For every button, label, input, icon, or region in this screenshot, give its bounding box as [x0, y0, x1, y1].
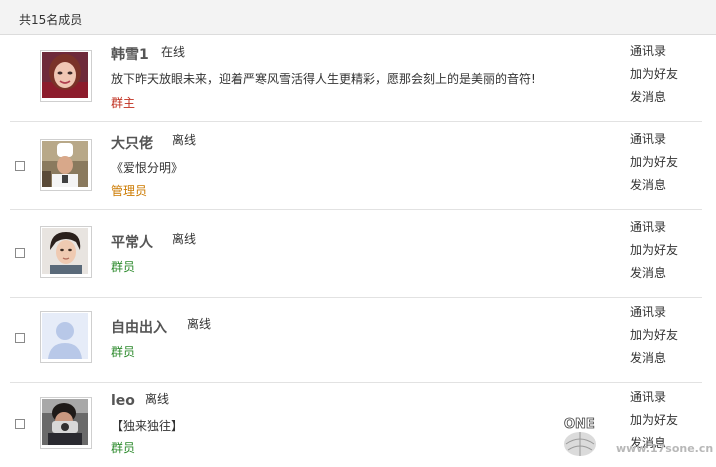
add-friend-link[interactable]: 加为好友: [630, 239, 700, 262]
add-friend-link[interactable]: 加为好友: [630, 151, 700, 174]
avatar-image: [42, 313, 88, 359]
send-message-link[interactable]: 发消息: [630, 174, 700, 197]
avatar[interactable]: [40, 311, 92, 363]
contacts-link[interactable]: 通讯录: [630, 128, 700, 151]
member-motto: 《爱恨分明》: [111, 161, 184, 175]
member-count: 共15名成员: [19, 13, 83, 27]
member-role: 群员: [111, 441, 136, 455]
member-name[interactable]: 大只佬: [111, 133, 153, 153]
member-select-checkbox[interactable]: [15, 419, 25, 429]
member-role: 群员: [111, 260, 136, 274]
avatar[interactable]: [40, 397, 92, 449]
avatar-image: [42, 141, 88, 187]
add-friend-link[interactable]: 加为好友: [630, 63, 700, 86]
avatar-image: [42, 399, 88, 445]
member-name[interactable]: leo: [111, 393, 135, 409]
member-select-checkbox[interactable]: [15, 161, 25, 171]
member-name[interactable]: 韩雪1: [111, 44, 149, 64]
member-select-checkbox[interactable]: [15, 333, 25, 343]
member-role: 群员: [111, 345, 136, 359]
member-row-3: 自由出入 离线 群员 通讯录 加为好友 发消息: [10, 295, 702, 383]
avatar-image: [42, 228, 88, 274]
member-status: 在线: [161, 45, 186, 59]
send-message-link[interactable]: 发消息: [630, 86, 700, 109]
member-select-checkbox[interactable]: [15, 248, 25, 258]
member-status: 离线: [187, 317, 212, 331]
watermark-url: www.17sone.cn: [616, 442, 714, 455]
member-role: 管理员: [111, 184, 148, 198]
member-actions: 通讯录 加为好友 发消息: [630, 301, 700, 370]
member-name[interactable]: 自由出入: [111, 317, 167, 337]
avatar[interactable]: [40, 226, 92, 278]
member-motto: 放下昨天放眼未来，迎着严寒风雪活得人生更精彩，愿那会刻上的是美丽的音符!: [111, 72, 536, 86]
avatar[interactable]: [40, 139, 92, 191]
site-watermark: ONE www.17sone.cn: [562, 414, 714, 460]
member-name[interactable]: 平常人: [111, 232, 153, 252]
member-row-2: 平常人 离线 群员 通讯录 加为好友 发消息: [10, 210, 702, 298]
contacts-link[interactable]: 通讯录: [630, 40, 700, 63]
member-row-1: 大只佬 离线 《爱恨分明》 管理员 通讯录 加为好友 发消息: [10, 122, 702, 210]
member-actions: 通讯录 加为好友 发消息: [630, 128, 700, 197]
contacts-link[interactable]: 通讯录: [630, 216, 700, 239]
watermark-logo-text: ONE: [564, 417, 595, 432]
member-motto: 【独来独往】: [111, 419, 184, 433]
member-row-0: 韩雪1 在线 放下昨天放眼未来，迎着严寒风雪活得人生更精彩，愿那会刻上的是美丽的…: [10, 34, 702, 122]
avatar[interactable]: [40, 50, 92, 102]
member-status: 离线: [145, 392, 170, 406]
send-message-link[interactable]: 发消息: [630, 347, 700, 370]
member-status: 离线: [172, 232, 197, 246]
send-message-link[interactable]: 发消息: [630, 262, 700, 285]
contacts-link[interactable]: 通讯录: [630, 301, 700, 324]
member-actions: 通讯录 加为好友 发消息: [630, 216, 700, 285]
member-status: 离线: [172, 133, 197, 147]
add-friend-link[interactable]: 加为好友: [630, 324, 700, 347]
avatar-image: [42, 52, 88, 98]
member-role: 群主: [111, 96, 136, 110]
member-actions: 通讯录 加为好友 发消息: [630, 40, 700, 109]
contacts-link[interactable]: 通讯录: [630, 386, 700, 409]
member-list-header: 共15名成员: [0, 0, 716, 35]
